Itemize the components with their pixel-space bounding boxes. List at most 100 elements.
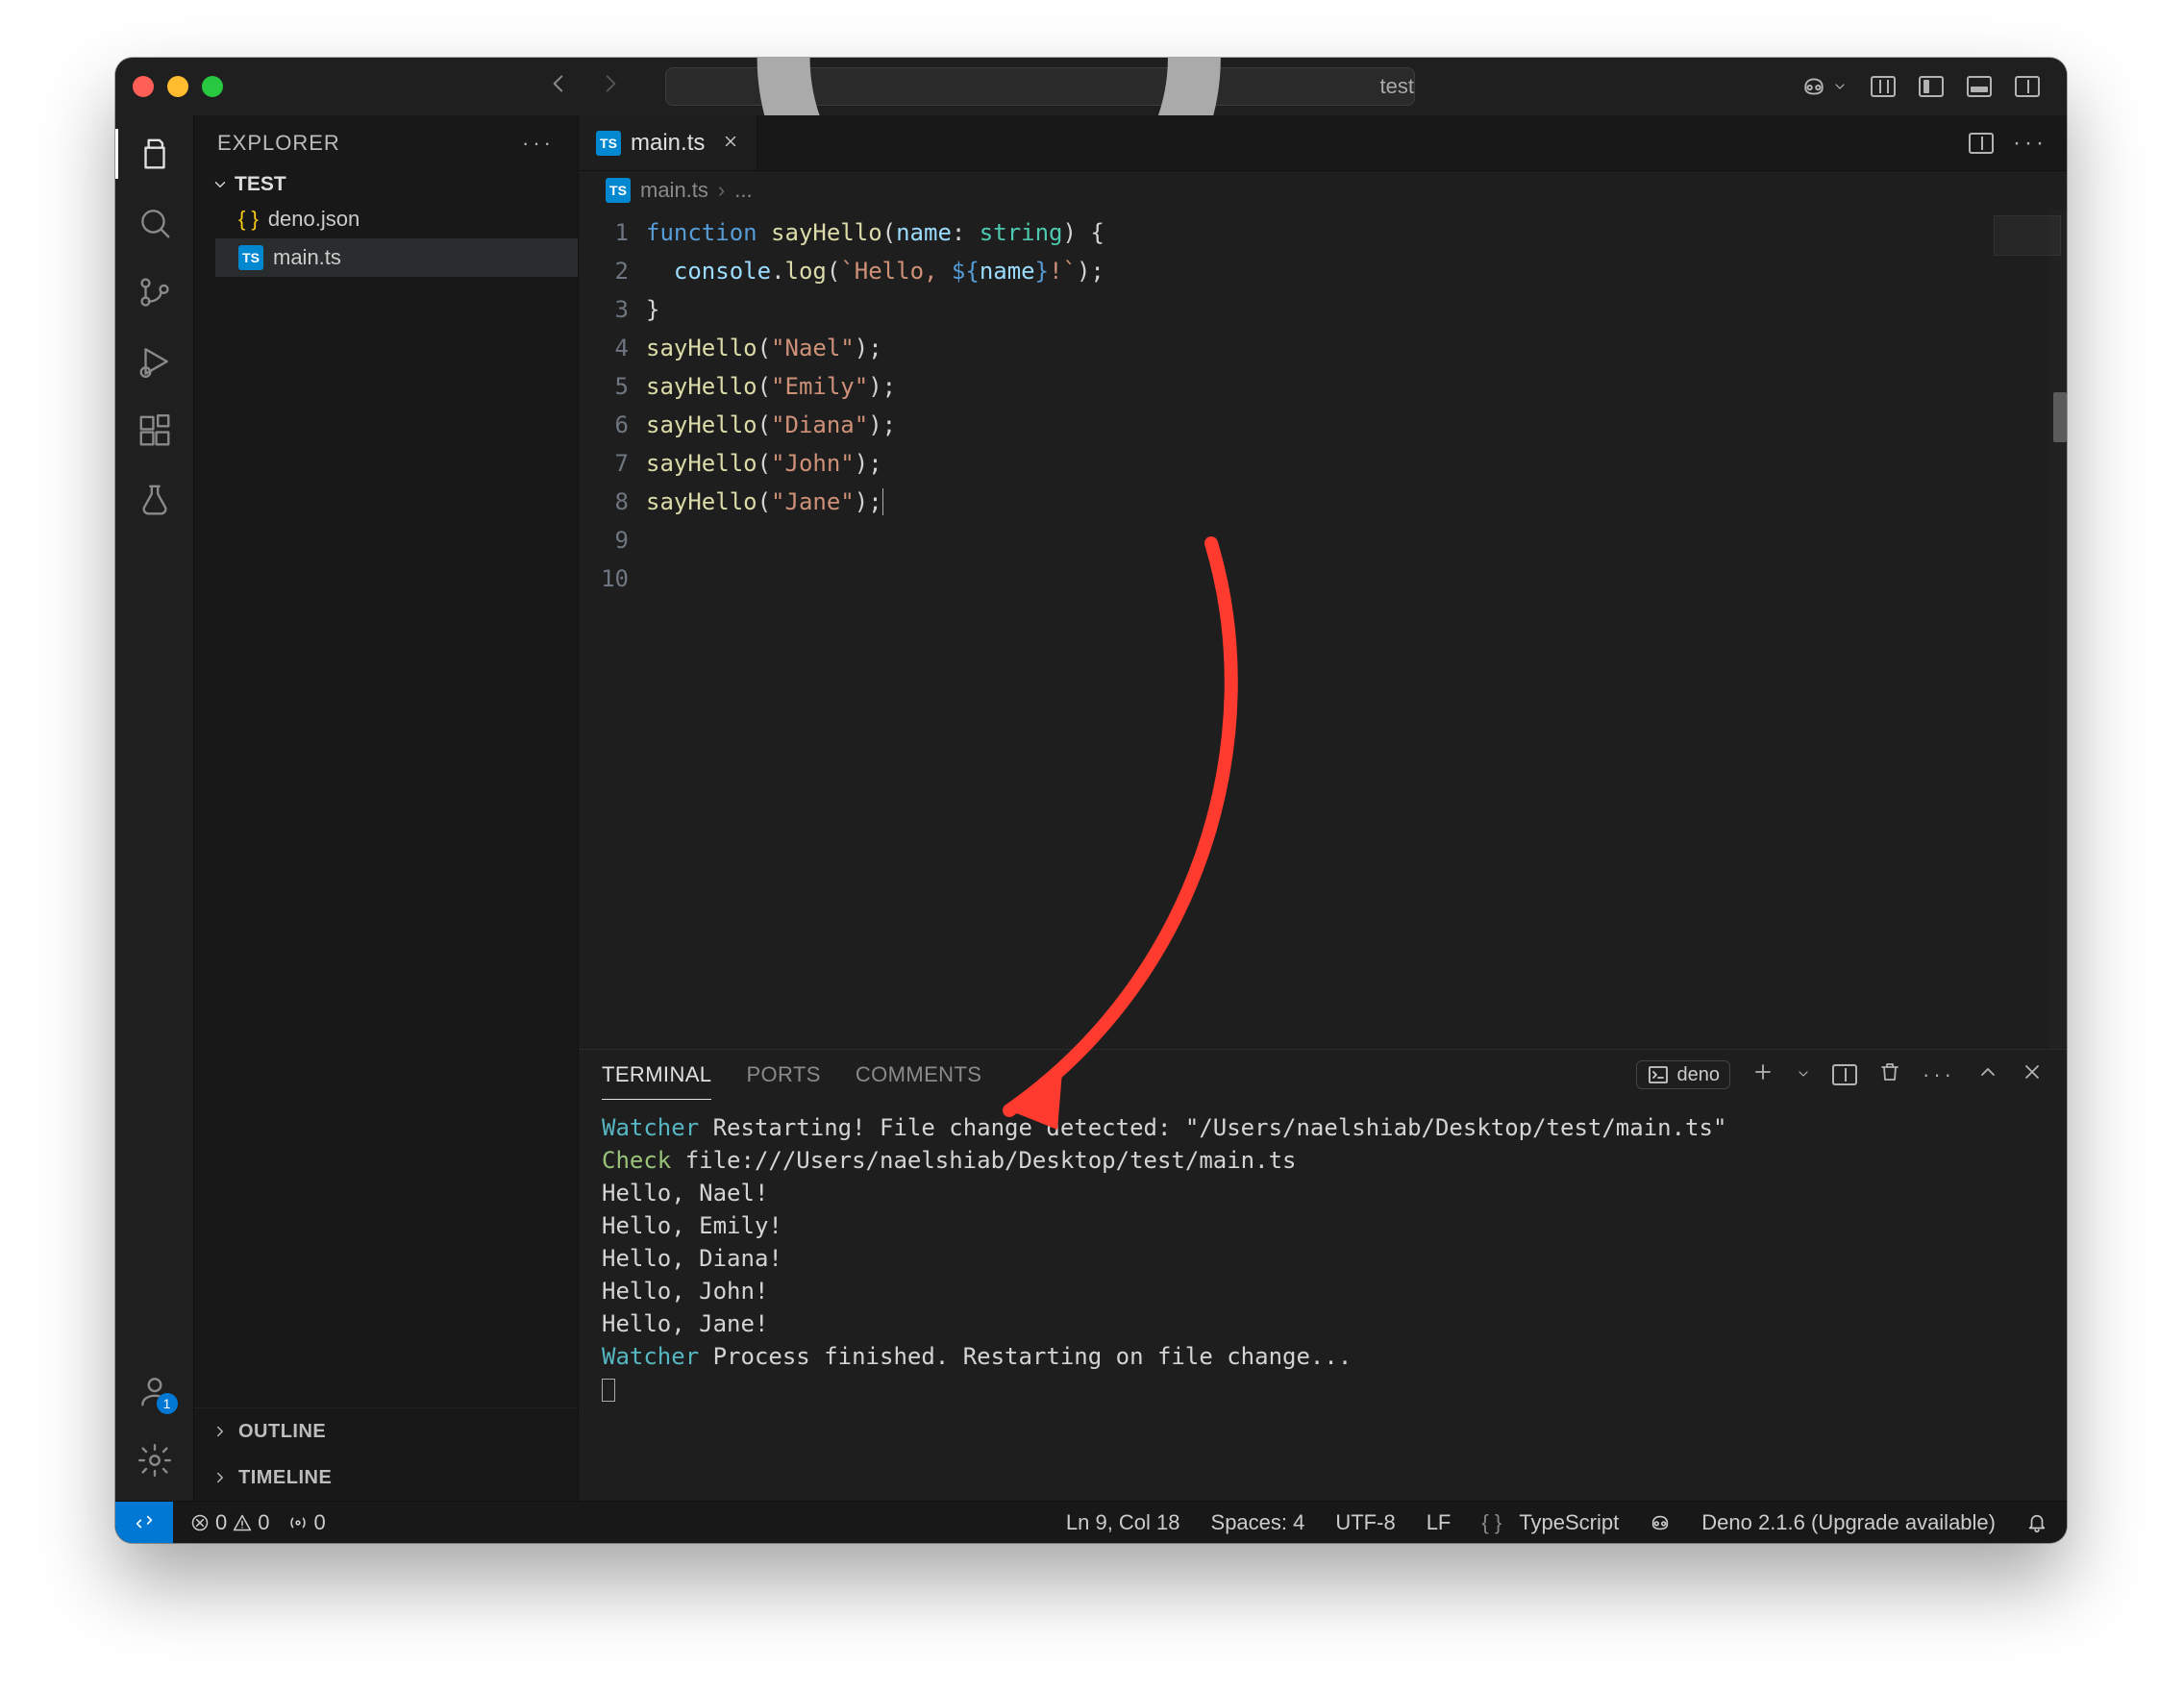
- explorer-more-button[interactable]: ···: [522, 131, 555, 156]
- traffic-lights: [133, 76, 223, 97]
- editor-tabbar: TS main.ts ···: [579, 115, 2067, 171]
- search-value: test: [1380, 74, 1414, 99]
- editor-actions: ···: [1969, 115, 2067, 170]
- overview-ruler[interactable]: [2049, 210, 2067, 1049]
- file-name: deno.json: [268, 207, 360, 232]
- typescript-icon: TS: [238, 245, 263, 270]
- copilot-icon: [1650, 1512, 1671, 1533]
- titlebar-right: [1801, 74, 2040, 99]
- toggle-sidebar-button[interactable]: [1919, 76, 1944, 97]
- status-ports[interactable]: 0: [287, 1510, 326, 1535]
- status-encoding[interactable]: UTF-8: [1335, 1510, 1395, 1535]
- split-terminal-button[interactable]: [1832, 1064, 1857, 1085]
- outline-label: OUTLINE: [238, 1421, 326, 1443]
- status-deno[interactable]: Deno 2.1.6 (Upgrade available): [1701, 1510, 1996, 1535]
- line-number-gutter: 12345678910: [579, 210, 646, 1049]
- new-terminal-dropdown[interactable]: [1796, 1062, 1811, 1087]
- status-bar: 0 0 0 Ln 9, Col 18 Spaces: 4 UTF-8 LF { …: [115, 1501, 2067, 1543]
- status-notifications[interactable]: [2026, 1512, 2048, 1533]
- file-tree: { } deno.json TS main.ts: [194, 200, 578, 277]
- remote-indicator[interactable]: [115, 1502, 173, 1543]
- json-icon: { }: [238, 207, 259, 232]
- panel-tab-comments[interactable]: COMMENTS: [856, 1050, 982, 1100]
- minimize-window-button[interactable]: [167, 76, 188, 97]
- copilot-menu[interactable]: [1801, 74, 1848, 99]
- accounts-badge: 1: [157, 1393, 178, 1414]
- timeline-section[interactable]: TIMELINE: [194, 1455, 578, 1501]
- copilot-icon: [1801, 74, 1826, 99]
- history-nav: [546, 71, 623, 103]
- status-indent[interactable]: Spaces: 4: [1211, 1510, 1305, 1535]
- breadcrumb-separator: ›: [718, 178, 725, 203]
- panel-tab-terminal[interactable]: TERMINAL: [602, 1050, 711, 1100]
- activity-explorer[interactable]: [134, 133, 176, 175]
- tab-main-ts[interactable]: TS main.ts: [579, 115, 757, 170]
- activity-accounts[interactable]: 1: [134, 1370, 176, 1412]
- overview-marker: [2053, 392, 2067, 442]
- close-window-button[interactable]: [133, 76, 154, 97]
- code-editor[interactable]: 12345678910 function sayHello(name: stri…: [579, 210, 2067, 1049]
- panel-tabs: TERMINAL PORTS COMMENTS deno ···: [579, 1050, 2067, 1100]
- warning-icon: [233, 1513, 252, 1532]
- file-row-deno-json[interactable]: { } deno.json: [215, 200, 578, 238]
- status-cursor-pos[interactable]: Ln 9, Col 18: [1066, 1510, 1180, 1535]
- activity-bar: 1: [115, 115, 194, 1501]
- titlebar: test: [115, 58, 2067, 115]
- close-panel-button[interactable]: [2021, 1060, 2044, 1089]
- explorer-sidebar: EXPLORER ··· TEST { } deno.json TS main.…: [194, 115, 579, 1501]
- activity-extensions[interactable]: [134, 410, 176, 452]
- status-left: 0 0 0: [173, 1510, 326, 1535]
- chevron-right-icon: [211, 1469, 229, 1486]
- activity-testing[interactable]: [134, 479, 176, 521]
- file-name: main.ts: [273, 245, 341, 270]
- activity-settings[interactable]: [134, 1439, 176, 1481]
- breadcrumb-file: main.ts: [640, 178, 708, 203]
- split-editor-button[interactable]: [1969, 133, 1994, 154]
- breadcrumb-rest: ...: [734, 178, 752, 203]
- terminal-icon: [1647, 1063, 1670, 1086]
- bottom-panel: TERMINAL PORTS COMMENTS deno ···: [579, 1049, 2067, 1501]
- tab-close-button[interactable]: [722, 130, 739, 157]
- file-row-main-ts[interactable]: TS main.ts: [215, 238, 578, 277]
- nav-back-button[interactable]: [546, 71, 571, 103]
- kill-terminal-button[interactable]: [1878, 1060, 1901, 1089]
- layout-customize-button[interactable]: [1871, 76, 1896, 97]
- nav-forward-button[interactable]: [598, 71, 623, 103]
- new-terminal-button[interactable]: [1751, 1060, 1774, 1089]
- toggle-secondary-sidebar-button[interactable]: [2015, 76, 2040, 97]
- bell-icon: [2026, 1512, 2048, 1533]
- breadcrumb[interactable]: TS main.ts › ...: [579, 171, 2067, 210]
- sidebar-bottom: OUTLINE TIMELINE: [194, 1407, 578, 1501]
- toggle-panel-button[interactable]: [1967, 76, 1992, 97]
- status-language[interactable]: { } TypeScript: [1481, 1510, 1619, 1535]
- maximize-panel-button[interactable]: [1976, 1060, 1999, 1089]
- activity-run-debug[interactable]: [134, 340, 176, 383]
- explorer-title: EXPLORER: [217, 131, 340, 156]
- panel-tab-ports[interactable]: PORTS: [746, 1050, 820, 1100]
- folder-root[interactable]: TEST: [194, 171, 578, 200]
- folder-root-name: TEST: [235, 173, 286, 196]
- chevron-right-icon: [211, 1423, 229, 1440]
- status-eol[interactable]: LF: [1427, 1510, 1452, 1535]
- timeline-label: TIMELINE: [238, 1467, 332, 1489]
- activity-search[interactable]: [134, 202, 176, 244]
- terminal-output[interactable]: Watcher Restarting! File change detected…: [579, 1100, 2067, 1501]
- activity-source-control[interactable]: [134, 271, 176, 313]
- terminal-actions: deno ···: [1636, 1060, 2044, 1089]
- command-center-search[interactable]: test: [665, 67, 1415, 106]
- code-content[interactable]: function sayHello(name: string) { consol…: [646, 210, 2067, 1049]
- editor-area: TS main.ts ··· TS main.ts › ... 12345678…: [579, 115, 2067, 1501]
- status-problems[interactable]: 0 0: [190, 1510, 270, 1535]
- chevron-down-icon: [211, 176, 229, 193]
- explorer-header: EXPLORER ···: [194, 115, 578, 171]
- radio-icon: [287, 1512, 309, 1533]
- tab-filename: main.ts: [631, 130, 705, 157]
- terminal-more-button[interactable]: ···: [1923, 1062, 1955, 1087]
- editor-more-button[interactable]: ···: [2013, 130, 2048, 157]
- status-copilot[interactable]: [1650, 1512, 1671, 1533]
- error-icon: [190, 1513, 210, 1532]
- chevron-down-icon: [1832, 79, 1848, 94]
- outline-section[interactable]: OUTLINE: [194, 1408, 578, 1455]
- zoom-window-button[interactable]: [202, 76, 223, 97]
- terminal-shell-selector[interactable]: deno: [1636, 1060, 1731, 1089]
